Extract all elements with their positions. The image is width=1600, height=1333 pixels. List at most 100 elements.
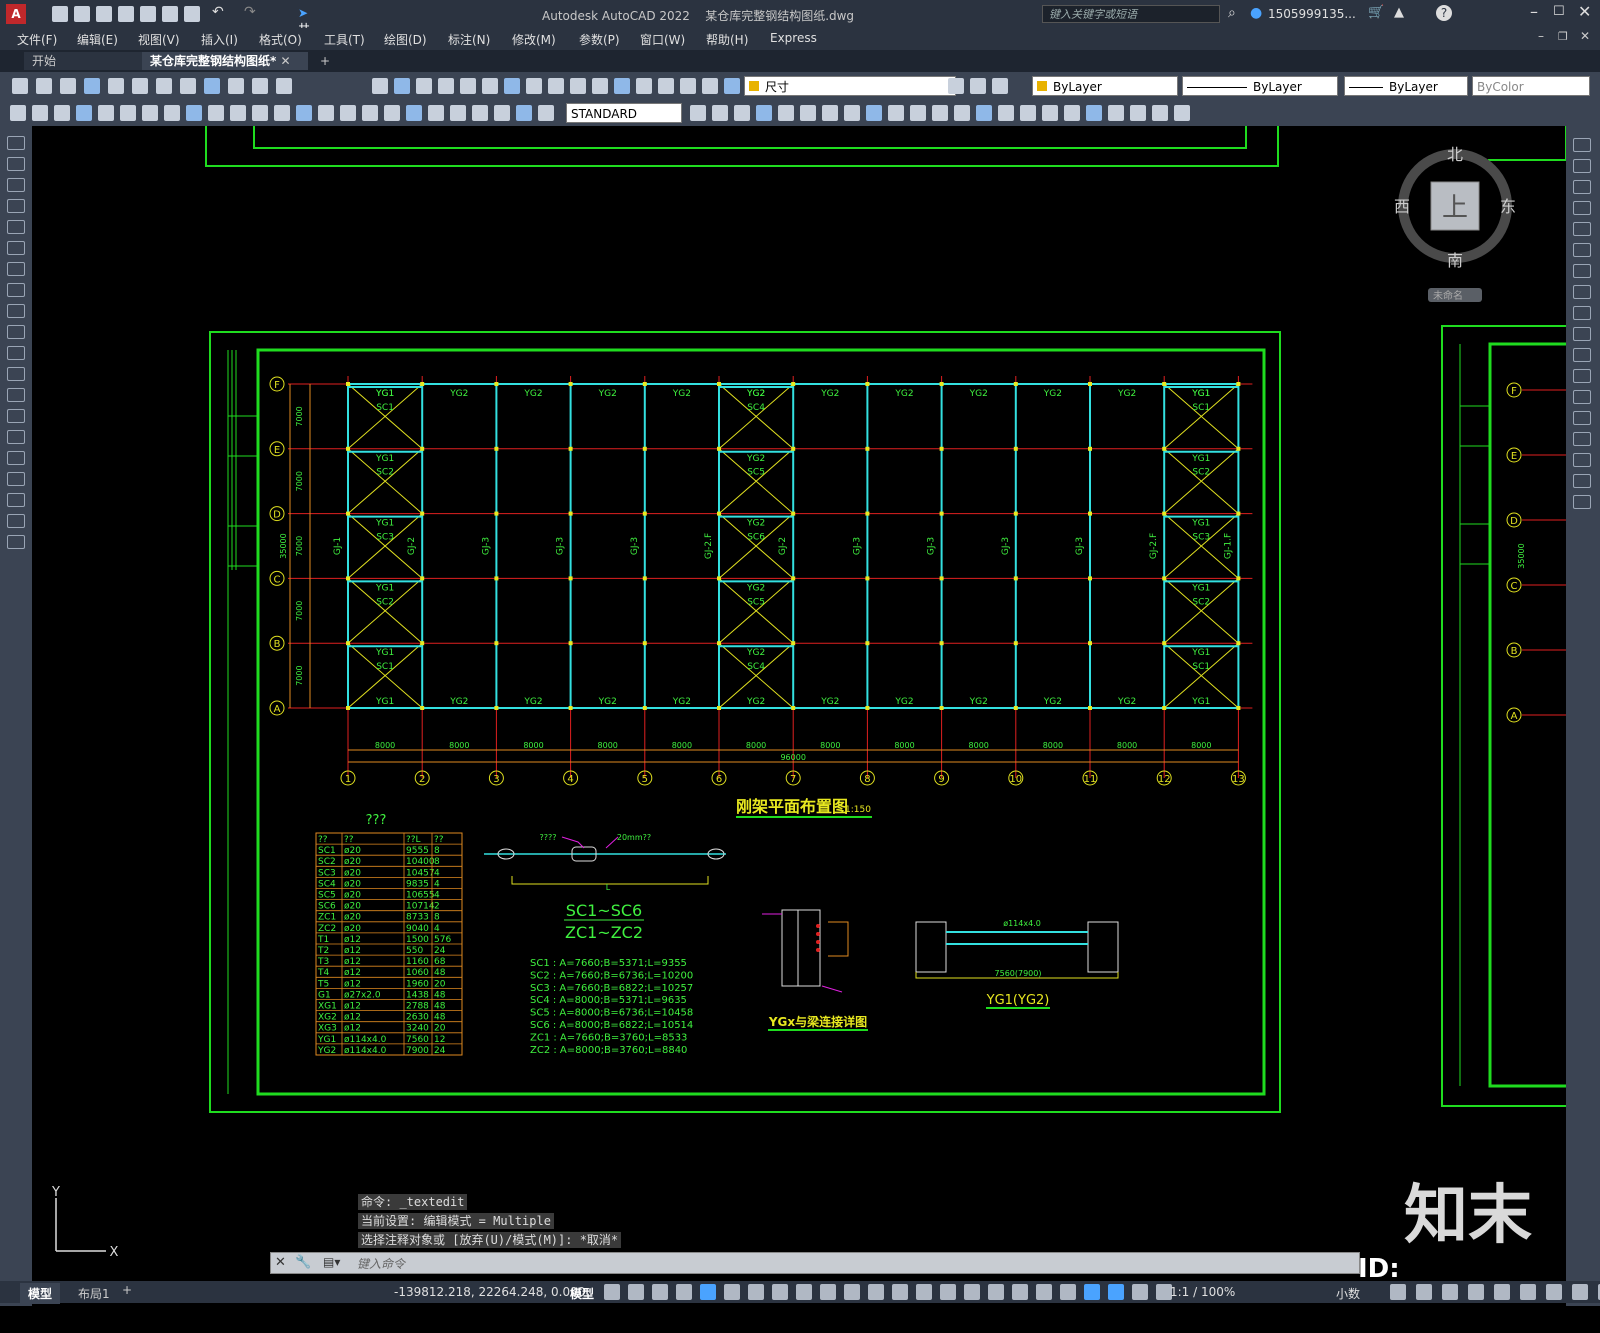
standard-tool-icon[interactable]	[180, 78, 196, 94]
status-toggle-icon[interactable]	[628, 1284, 644, 1300]
status-tool-icon[interactable]	[1520, 1284, 1536, 1300]
standard-tool-icon[interactable]	[12, 78, 28, 94]
draw-tool-icon[interactable]	[888, 105, 904, 121]
text-style-dropdown[interactable]: STANDARD	[566, 103, 682, 123]
draw-tool-icon[interactable]	[318, 105, 334, 121]
draw-tool-icon[interactable]	[7, 178, 25, 192]
status-toggle-icon[interactable]	[940, 1284, 956, 1300]
standard-tool-icon[interactable]	[702, 78, 718, 94]
draw-tool-icon[interactable]	[450, 105, 466, 121]
draw-tool-icon[interactable]	[1130, 105, 1146, 121]
standard-tool-icon[interactable]	[570, 78, 586, 94]
viewcube[interactable]: 上 北 南 东 西 未命名	[1394, 145, 1516, 302]
standard-tool-icon[interactable]	[438, 78, 454, 94]
status-toggle-icon[interactable]	[1084, 1284, 1100, 1300]
model-space-toggle[interactable]: 模型	[570, 1285, 594, 1302]
autocad-logo-icon[interactable]: A	[6, 4, 26, 24]
draw-tool-icon[interactable]	[296, 105, 312, 121]
standard-tool-icon[interactable]	[548, 78, 564, 94]
standard-tool-icon[interactable]	[680, 78, 696, 94]
standard-tool-icon[interactable]	[504, 78, 520, 94]
draw-tool-icon[interactable]	[186, 105, 202, 121]
draw-tool-icon[interactable]	[1020, 105, 1036, 121]
draw-tool-icon[interactable]	[340, 105, 356, 121]
tab-layout1[interactable]: 布局1	[70, 1283, 118, 1304]
modify-tool-icon[interactable]	[1573, 201, 1591, 215]
standard-tool-icon[interactable]	[636, 78, 652, 94]
status-toggle-icon[interactable]	[916, 1284, 932, 1300]
draw-tool-icon[interactable]	[230, 105, 246, 121]
modify-tool-icon[interactable]	[1573, 159, 1591, 173]
standard-tool-icon[interactable]	[372, 78, 388, 94]
menu-dimension[interactable]: 标注(N)	[448, 31, 490, 48]
modify-tool-icon[interactable]	[1573, 264, 1591, 278]
draw-tool-icon[interactable]	[428, 105, 444, 121]
draw-tool-icon[interactable]	[7, 514, 25, 528]
status-toggle-icon[interactable]	[604, 1284, 620, 1300]
tab-model[interactable]: 模型	[20, 1283, 61, 1304]
draw-tool-icon[interactable]	[800, 105, 816, 121]
status-toggle-icon[interactable]	[724, 1284, 740, 1300]
print-icon[interactable]	[184, 6, 200, 22]
close-command-icon[interactable]: ✕	[275, 1255, 286, 1270]
menu-tools[interactable]: 工具(T)	[324, 31, 365, 48]
draw-tool-icon[interactable]	[274, 105, 290, 121]
status-tool-icon[interactable]	[1494, 1284, 1510, 1300]
draw-tool-icon[interactable]	[7, 472, 25, 486]
tab-close-icon[interactable]: ✕	[280, 54, 290, 68]
status-tool-icon[interactable]	[1546, 1284, 1562, 1300]
plotstyle-dropdown[interactable]: ByColor	[1472, 76, 1590, 96]
draw-tool-icon[interactable]	[362, 105, 378, 121]
save-as-icon[interactable]	[118, 6, 134, 22]
drawing-svg[interactable]: SC1YG1SC2YG1SC3YG1SC2YG1SC1YG1SC4YG2SC5Y…	[32, 126, 1566, 1281]
open-icon[interactable]	[74, 6, 90, 22]
recent-commands-icon[interactable]: ▤▾	[323, 1255, 340, 1269]
draw-tool-icon[interactable]	[164, 105, 180, 121]
menu-draw[interactable]: 绘图(D)	[384, 31, 427, 48]
standard-tool-icon[interactable]	[592, 78, 608, 94]
status-toggle-icon[interactable]	[1132, 1284, 1148, 1300]
status-toggle-icon[interactable]	[892, 1284, 908, 1300]
status-toggle-icon[interactable]	[772, 1284, 788, 1300]
standard-tool-icon[interactable]	[394, 78, 410, 94]
draw-tool-icon[interactable]	[7, 241, 25, 255]
new-tab-button[interactable]: +	[312, 52, 338, 70]
plot-icon[interactable]	[140, 6, 156, 22]
draw-tool-icon[interactable]	[7, 325, 25, 339]
standard-tool-icon[interactable]	[482, 78, 498, 94]
color-dropdown[interactable]: ByLayer	[1032, 76, 1178, 96]
status-toggle-icon[interactable]	[964, 1284, 980, 1300]
compass-north[interactable]: 北	[1447, 145, 1463, 164]
tab-start[interactable]: 开始	[24, 52, 150, 70]
command-line[interactable]: ✕ 🔧 ▤▾ 键入命令	[270, 1252, 1360, 1274]
draw-tool-icon[interactable]	[54, 105, 70, 121]
status-toggle-icon[interactable]	[700, 1284, 716, 1300]
menu-format[interactable]: 格式(O)	[259, 31, 302, 48]
modify-tool-icon[interactable]	[1573, 348, 1591, 362]
status-tool-icon[interactable]	[1416, 1284, 1432, 1300]
draw-tool-icon[interactable]	[494, 105, 510, 121]
draw-tool-icon[interactable]	[7, 220, 25, 234]
menu-edit[interactable]: 编辑(E)	[77, 31, 118, 48]
modify-tool-icon[interactable]	[1573, 222, 1591, 236]
undo-icon[interactable]: ↶	[212, 4, 224, 20]
standard-tool-icon[interactable]	[276, 78, 292, 94]
units-readout[interactable]: 小数	[1336, 1285, 1360, 1302]
draw-tool-icon[interactable]	[1086, 105, 1102, 121]
status-tool-icon[interactable]	[1468, 1284, 1484, 1300]
draw-tool-icon[interactable]	[120, 105, 136, 121]
draw-tool-icon[interactable]	[7, 367, 25, 381]
doc-minimize-icon[interactable]: –	[1538, 29, 1544, 43]
modify-tool-icon[interactable]	[1573, 306, 1591, 320]
status-toggle-icon[interactable]	[1108, 1284, 1124, 1300]
modify-tool-icon[interactable]	[1573, 411, 1591, 425]
compass-west[interactable]: 西	[1394, 197, 1410, 216]
draw-tool-icon[interactable]	[932, 105, 948, 121]
linetype-dropdown[interactable]: ByLayer	[1182, 76, 1338, 96]
draw-tool-icon[interactable]	[7, 199, 25, 213]
draw-tool-icon[interactable]	[976, 105, 992, 121]
status-toggle-icon[interactable]	[748, 1284, 764, 1300]
status-tool-icon[interactable]	[1442, 1284, 1458, 1300]
modify-tool-icon[interactable]	[1573, 453, 1591, 467]
menu-modify[interactable]: 修改(M)	[512, 31, 556, 48]
